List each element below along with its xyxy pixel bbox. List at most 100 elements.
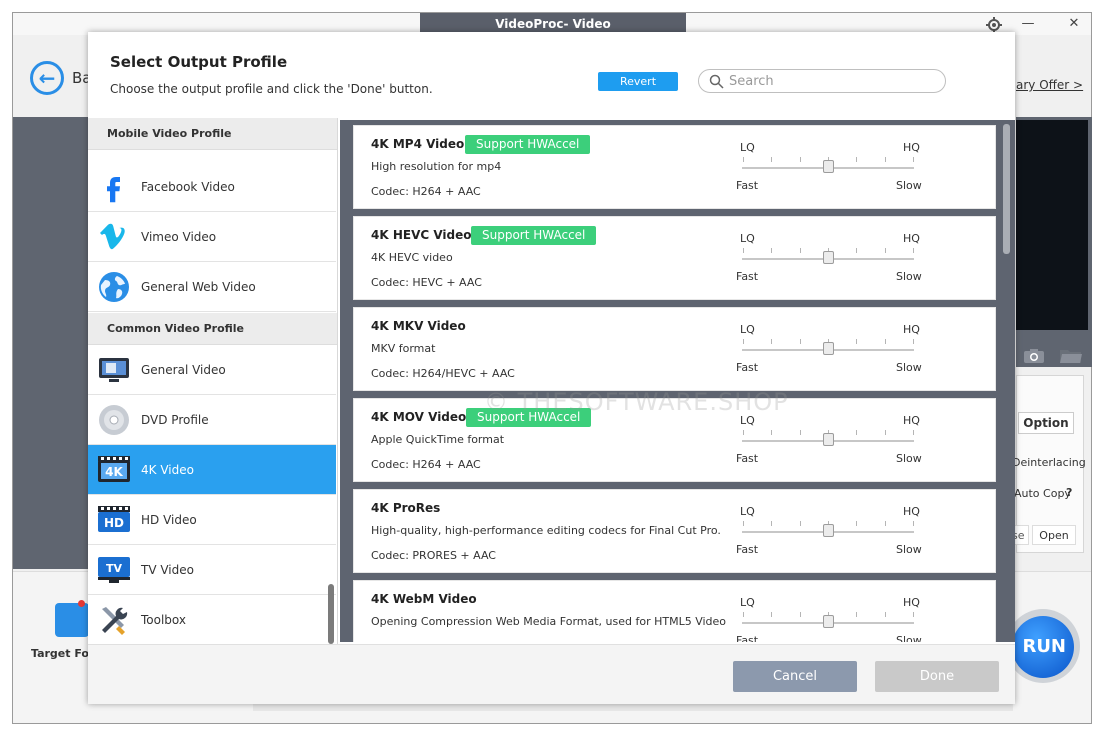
profile-name: 4K MKV Video (371, 319, 466, 333)
quality-slider-thumb[interactable] (823, 615, 834, 628)
sidebar-item-general-video[interactable]: General Video (88, 345, 336, 395)
back-arrow-icon[interactable]: ← (30, 61, 64, 95)
speed-slow-label: Slow (896, 179, 922, 192)
sidebar-item-dvd-profile[interactable]: DVD Profile (88, 395, 336, 445)
facebook-icon (97, 171, 131, 203)
sidebar-item-vimeo-video[interactable]: Vimeo Video (88, 212, 336, 262)
profile-description: High-quality, high-performance editing c… (371, 524, 721, 537)
sidebar-item-label: 4K Video (141, 463, 194, 477)
slider-tick (799, 521, 801, 526)
select-output-profile-dialog: Select Output Profile Choose the output … (88, 32, 1015, 704)
slider-tick (771, 612, 773, 617)
profile-name: 4K MP4 Video (371, 137, 465, 151)
slider-tick (799, 157, 801, 162)
search-box[interactable] (698, 69, 946, 93)
tv-icon: TV (97, 554, 131, 586)
quality-slider-thumb[interactable] (823, 524, 834, 537)
search-input[interactable] (729, 72, 934, 90)
quality-high-label: HQ (903, 323, 920, 336)
profile-name: 4K WebM Video (371, 592, 477, 606)
dialog-title: Select Output Profile (110, 53, 288, 71)
speed-slow-label: Slow (896, 270, 922, 283)
profile-codec: Codec: HEVC + AAC (371, 276, 482, 289)
sidebar-item-label: TV Video (141, 563, 194, 577)
close-button[interactable]: ✕ (1059, 14, 1089, 34)
sidebar-item-hd-video[interactable]: HD HD Video (88, 495, 336, 545)
slider-tick (884, 339, 886, 344)
sidebar-item-label: Facebook Video (141, 180, 235, 194)
offer-link[interactable]: ary Offer > (1016, 78, 1083, 92)
profile-card[interactable]: 4K MKV Video MKV format Codec: H264/HEVC +… (353, 307, 996, 391)
quality-low-label: LQ (740, 596, 755, 609)
slider-tick (743, 612, 744, 617)
cancel-button[interactable]: Cancel (733, 661, 857, 692)
sidebar-item-label: Toolbox (141, 613, 186, 627)
minimize-button[interactable]: — (1013, 14, 1043, 34)
folder-icon[interactable] (1059, 348, 1083, 364)
sidebar-item-4k-video[interactable]: 4K 4K Video (88, 445, 336, 495)
quality-slider-thumb[interactable] (823, 433, 834, 446)
slider-tick (884, 612, 886, 617)
profile-list-scrollbar[interactable] (1003, 124, 1010, 254)
speed-fast-label: Fast (736, 634, 759, 642)
profile-description: Apple QuickTime format (371, 433, 505, 446)
speed-fast-label: Fast (736, 543, 759, 556)
quality-low-label: LQ (740, 323, 755, 336)
hwaccel-badge: Support HWAccel (471, 226, 597, 245)
sidebar-scrollbar[interactable] (328, 584, 334, 644)
profile-card[interactable]: 4K MP4 Video Support HWAccel High resoluti… (353, 125, 996, 209)
4k-icon: 4K (97, 454, 131, 486)
slider-tick (856, 430, 858, 435)
sidebar-item-tv-video[interactable]: TV TV Video (88, 545, 336, 595)
profile-codec: Codec: H264/HEVC + AAC (371, 367, 515, 380)
slider-tick (743, 430, 744, 435)
quality-high-label: HQ (903, 596, 920, 609)
sidebar-item-toolbox[interactable]: Toolbox (88, 595, 336, 644)
deinterlacing-label: Deinterlacing (1012, 456, 1086, 469)
profile-name: 4K HEVC Video (371, 228, 472, 242)
profile-card[interactable]: 4K WebM Video Opening Compression Web Med… (353, 580, 996, 642)
run-button[interactable]: RUN (1012, 616, 1074, 678)
revert-button[interactable]: Revert (598, 72, 678, 91)
target-format-label[interactable]: Target Fo (31, 647, 89, 660)
slider-tick (884, 430, 886, 435)
slider-tick (743, 157, 744, 162)
target-format-icon[interactable] (55, 603, 89, 637)
quality-slider-thumb[interactable] (823, 251, 834, 264)
autocopy-label: Auto Copy (1014, 487, 1071, 500)
done-button[interactable]: Done (875, 661, 999, 692)
quality-slider-thumb[interactable] (823, 160, 834, 173)
profile-card[interactable]: 4K HEVC Video Support HWAccel 4K HEVC vide… (353, 216, 996, 300)
help-icon[interactable]: ? (1066, 486, 1072, 499)
slider-tick (856, 248, 858, 253)
globe-icon (97, 271, 131, 303)
slider-tick (799, 430, 801, 435)
speed-slow-label: Slow (896, 543, 922, 556)
profile-codec: Codec: H264 + AAC (371, 458, 481, 471)
camera-icon[interactable] (1023, 348, 1045, 364)
quality-low-label: LQ (740, 505, 755, 518)
slider-tick (856, 339, 858, 344)
dvd-icon (97, 404, 131, 436)
slider-tick (743, 521, 744, 526)
notification-dot (78, 600, 85, 607)
open-button[interactable]: Open (1032, 525, 1076, 545)
slider-tick (856, 157, 858, 162)
quality-low-label: LQ (740, 232, 755, 245)
sidebar-item-general-web-video[interactable]: General Web Video (88, 262, 336, 312)
sidebar-item-facebook-video[interactable]: Facebook Video (88, 162, 336, 212)
4k-icon-text: 4K (105, 465, 123, 479)
speed-fast-label: Fast (736, 452, 759, 465)
slider-tick (771, 339, 773, 344)
profile-name: 4K MOV Video (371, 410, 467, 424)
quality-high-label: HQ (903, 232, 920, 245)
profile-card[interactable]: 4K ProRes High-quality, high-performance … (353, 489, 996, 573)
slider-tick (913, 612, 914, 617)
quality-slider-thumb[interactable] (823, 342, 834, 355)
profile-description: 4K HEVC video (371, 251, 453, 264)
slider-tick (771, 430, 773, 435)
video-list-area (13, 117, 89, 569)
watermark: © THESOFTWARE.SHOP (484, 388, 789, 416)
option-button[interactable]: Option (1018, 412, 1074, 434)
sidebar-item-label: Vimeo Video (141, 230, 217, 244)
